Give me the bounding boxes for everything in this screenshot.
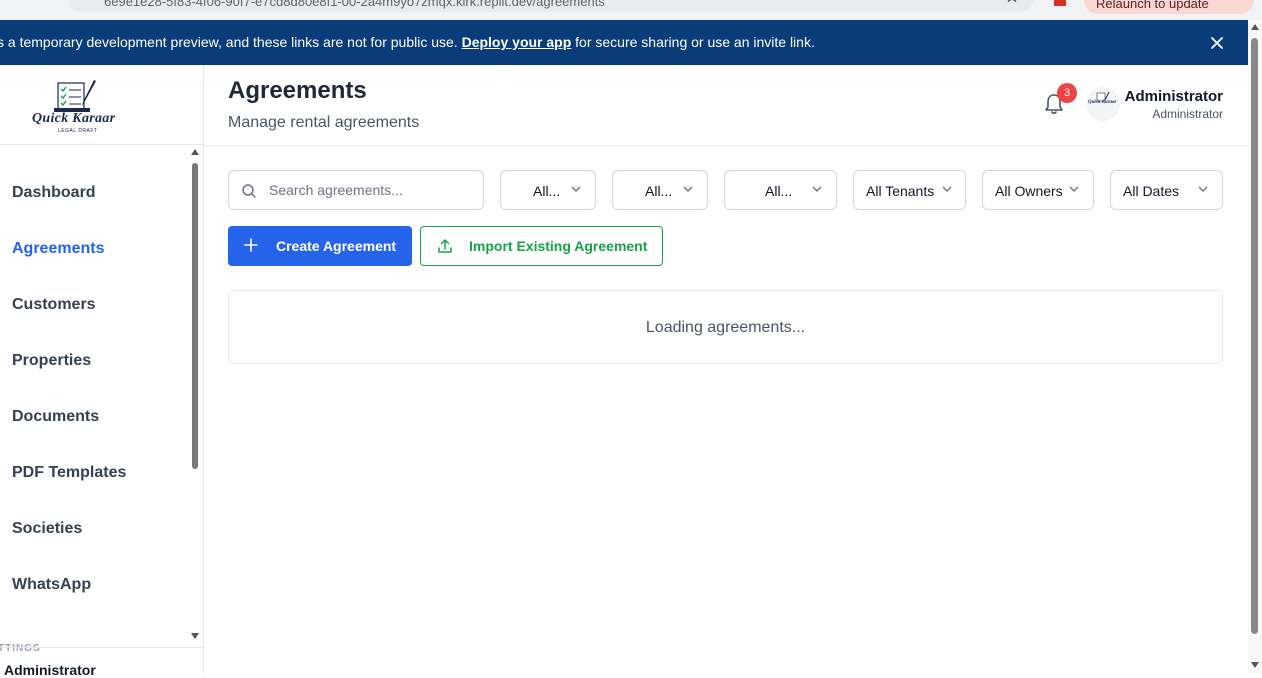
bookmark-star-icon[interactable] bbox=[1006, 0, 1018, 2]
sidebar-item-customers[interactable]: Customers bbox=[12, 296, 96, 314]
filter-select-2-value: All... bbox=[645, 183, 673, 199]
chevron-down-icon bbox=[1069, 186, 1079, 192]
import-agreement-label: Import Existing Agreement bbox=[469, 238, 648, 254]
agreements-list-card: Loading agreements... bbox=[228, 290, 1223, 364]
dev-preview-banner: s a temporary development preview, and t… bbox=[0, 20, 1248, 65]
filter-tenants-value: All Tenants bbox=[866, 183, 935, 199]
search-box[interactable] bbox=[228, 170, 484, 210]
chevron-down-icon bbox=[812, 186, 822, 192]
filter-tenants[interactable]: All Tenants bbox=[853, 170, 966, 210]
sidebar-user-name: Administrator bbox=[4, 662, 96, 678]
search-icon bbox=[242, 184, 256, 198]
document-pen-icon bbox=[54, 80, 96, 112]
banner-text: s a temporary development preview, and t… bbox=[0, 34, 815, 50]
deploy-app-link[interactable]: Deploy your app bbox=[462, 34, 572, 50]
page-subtitle: Manage rental agreements bbox=[228, 114, 420, 131]
sidebar-user-footer[interactable]: Administrator bbox=[0, 647, 203, 678]
page-scroll-down-icon[interactable] bbox=[1251, 662, 1259, 668]
filter-dates[interactable]: All Dates bbox=[1110, 170, 1223, 210]
filter-owners-value: All Owners bbox=[995, 183, 1063, 199]
filter-select-1[interactable]: All... bbox=[500, 170, 596, 210]
sidebar-item-dashboard[interactable]: Dashboard bbox=[12, 184, 96, 202]
page-scrollbar[interactable] bbox=[1248, 20, 1262, 673]
sidebar-item-societies[interactable]: Societies bbox=[12, 520, 82, 538]
filter-dates-value: All Dates bbox=[1123, 183, 1180, 199]
relaunch-update-button[interactable]: Relaunch to update bbox=[1084, 0, 1254, 14]
filter-select-3-value: All... bbox=[765, 183, 793, 199]
search-input[interactable] bbox=[269, 180, 474, 200]
sidebar-scroll-thumb[interactable] bbox=[192, 163, 198, 469]
banner-text-after: for secure sharing or use an invite link… bbox=[571, 34, 815, 50]
logo-subtitle: LEGAL DRAFT bbox=[58, 128, 98, 134]
scroll-up-arrow-icon[interactable] bbox=[191, 149, 199, 155]
sidebar-item-agreements[interactable]: Agreements bbox=[12, 240, 104, 258]
user-name[interactable]: Administrator bbox=[1125, 88, 1223, 105]
plus-icon bbox=[244, 238, 258, 252]
chevron-down-icon bbox=[683, 186, 693, 192]
create-agreement-label: Create Agreement bbox=[276, 238, 397, 254]
page-scroll-thumb[interactable] bbox=[1251, 38, 1258, 634]
logo-area: Quick Karaar LEGAL DRAFT bbox=[0, 65, 203, 145]
page-header: Agreements Manage rental agreements 3 Qu… bbox=[204, 65, 1248, 146]
relaunch-update-label: Relaunch to update bbox=[1096, 0, 1209, 11]
sidebar-item-whatsapp[interactable]: WhatsApp bbox=[12, 576, 91, 594]
sidebar: Quick Karaar LEGAL DRAFT Dashboard Agree… bbox=[0, 65, 204, 678]
avatar[interactable]: Quick Karaar bbox=[1086, 87, 1120, 121]
address-text: 6e9e1e28-5f83-4f06-90f7-e7cd8d80e8f1-00-… bbox=[104, 0, 605, 9]
chevron-down-icon bbox=[942, 186, 952, 192]
chevron-down-icon bbox=[571, 186, 581, 192]
logo-title: Quick Karaar bbox=[32, 111, 116, 126]
filter-owners[interactable]: All Owners bbox=[982, 170, 1094, 210]
extension-icon[interactable] bbox=[1054, 0, 1066, 6]
sidebar-scrollbar[interactable] bbox=[189, 145, 202, 645]
browser-chrome: 6e9e1e28-5f83-4f06-90f7-e7cd8d80e8f1-00-… bbox=[0, 0, 1262, 20]
loading-message: Loading agreements... bbox=[645, 319, 806, 336]
scroll-down-arrow-icon[interactable] bbox=[191, 633, 199, 639]
upload-icon bbox=[438, 239, 452, 253]
sidebar-item-pdf-templates[interactable]: PDF Templates bbox=[12, 464, 126, 482]
close-icon[interactable] bbox=[1208, 34, 1226, 52]
banner-text-before: s a temporary development preview, and t… bbox=[0, 34, 462, 50]
import-agreement-button[interactable]: Import Existing Agreement bbox=[420, 226, 663, 266]
address-bar[interactable]: 6e9e1e28-5f83-4f06-90f7-e7cd8d80e8f1-00-… bbox=[68, 0, 1034, 12]
chevron-down-icon bbox=[1198, 186, 1208, 192]
quick-karaar-logo[interactable]: Quick Karaar LEGAL DRAFT bbox=[30, 79, 122, 134]
notification-count-badge: 3 bbox=[1057, 83, 1077, 103]
filter-select-2[interactable]: All... bbox=[612, 170, 708, 210]
page-scroll-up-icon[interactable] bbox=[1251, 24, 1259, 30]
avatar-logo-text: Quick Karaar bbox=[1088, 100, 1117, 105]
sidebar-item-documents[interactable]: Documents bbox=[12, 408, 99, 426]
sidebar-item-properties[interactable]: Properties bbox=[12, 352, 91, 370]
page-title: Agreements bbox=[228, 77, 367, 104]
create-agreement-button[interactable]: Create Agreement bbox=[228, 226, 412, 266]
filter-select-1-value: All... bbox=[533, 183, 561, 199]
sidebar-nav: Dashboard Agreements Customers Propertie… bbox=[0, 145, 190, 645]
user-role: Administrator bbox=[1152, 107, 1223, 121]
filter-select-3[interactable]: All... bbox=[724, 170, 837, 210]
